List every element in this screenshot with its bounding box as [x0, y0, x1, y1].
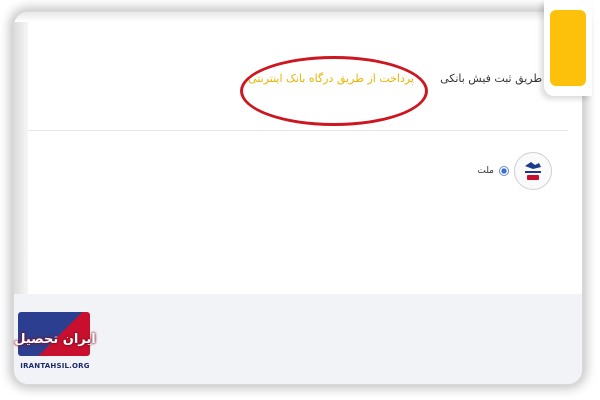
content-footer-band — [14, 294, 582, 384]
watermark-url: IRANTAHSIL.ORG — [20, 362, 90, 370]
payment-method-tabs: از طریق ثبت فیش بانکی پرداخت از طریق درگ… — [14, 60, 564, 100]
payment-panel: از طریق ثبت فیش بانکی پرداخت از طریق درگ… — [14, 12, 582, 384]
mellat-bank-logo[interactable] — [514, 152, 552, 190]
tab-bank-receipt[interactable]: از طریق ثبت فیش بانکی — [440, 72, 554, 85]
tab-internet-gateway[interactable]: پرداخت از طریق درگاه بانک اینترنتی — [248, 72, 414, 85]
accent-square — [550, 10, 586, 86]
gateway-option-mellat[interactable]: ملت — [477, 152, 552, 190]
accent-card — [544, 0, 592, 96]
gateway-radio[interactable] — [499, 166, 509, 176]
panel-top-edge — [14, 12, 582, 22]
watermark-brand: ایران تحصیل — [14, 332, 96, 347]
watermark-logo: ایران تحصیل IRANTAHSIL.ORG — [12, 312, 98, 378]
mellat-logo-icon — [525, 162, 541, 180]
tabs-divider — [28, 130, 568, 131]
gateway-label: ملت — [477, 166, 494, 176]
